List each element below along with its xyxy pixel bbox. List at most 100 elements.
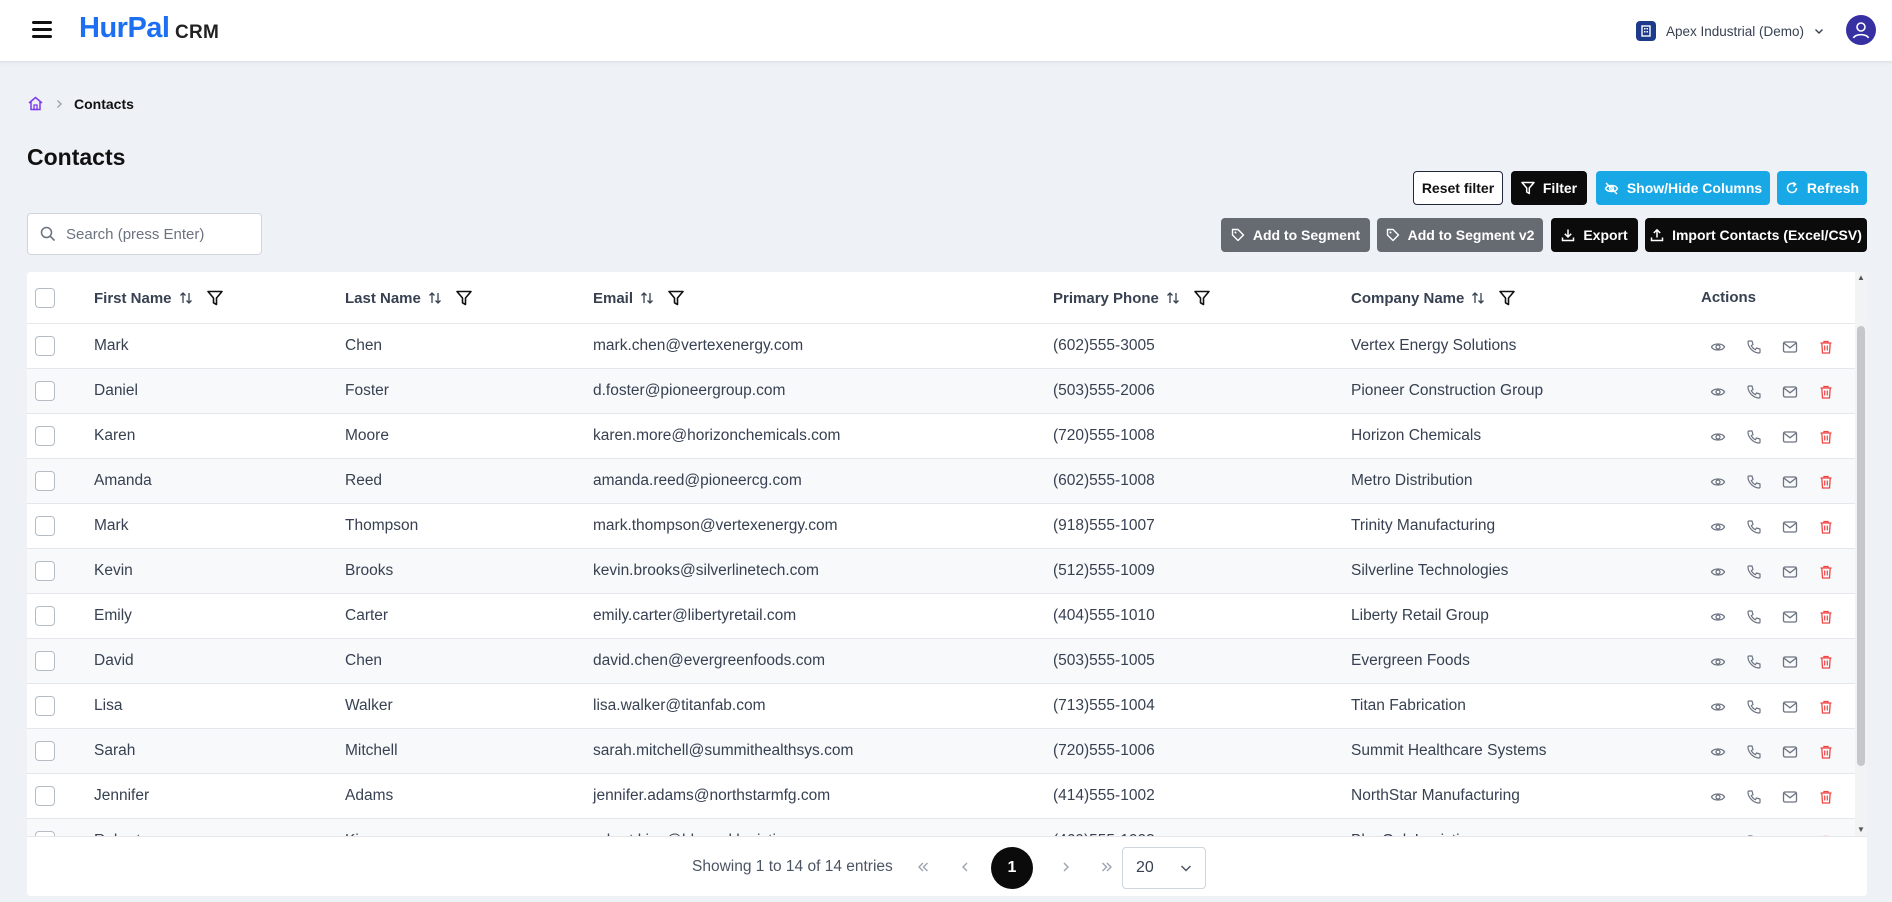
- sort-icon[interactable]: [1165, 290, 1181, 306]
- table-row[interactable]: Karen Moore karen.more@horizonchemicals.co…: [27, 414, 1855, 459]
- table-row[interactable]: RobertKingrobert.king@blueoaklogistics.c…: [27, 819, 1855, 836]
- row-checkbox[interactable]: [35, 426, 55, 446]
- mail-icon[interactable]: [1779, 786, 1800, 807]
- eye-icon[interactable]: [1707, 426, 1728, 447]
- menu-icon[interactable]: [32, 21, 52, 39]
- row-checkbox[interactable]: [35, 516, 55, 536]
- row-checkbox[interactable]: [35, 561, 55, 581]
- refresh-button[interactable]: Refresh: [1777, 171, 1867, 205]
- show-hide-columns-button[interactable]: Show/Hide Columns: [1596, 171, 1770, 205]
- mail-icon[interactable]: [1779, 516, 1800, 537]
- column-header-first-name[interactable]: First Name: [94, 289, 224, 307]
- table-row[interactable]: Lisa Walker lisa.walker@titanfab.com (713)5…: [27, 684, 1855, 729]
- previous-page-icon[interactable]: [953, 855, 977, 879]
- table-row[interactable]: Sarah Mitchell sarah.mitchell@summithealth…: [27, 729, 1855, 774]
- mail-icon[interactable]: [1779, 561, 1800, 582]
- phone-icon[interactable]: [1743, 606, 1764, 627]
- phone-icon[interactable]: [1743, 561, 1764, 582]
- next-page-icon[interactable]: [1054, 855, 1078, 879]
- column-header-company-name[interactable]: Company Name: [1351, 289, 1516, 307]
- row-checkbox[interactable]: [35, 471, 55, 491]
- eye-icon[interactable]: [1707, 651, 1728, 672]
- eye-icon[interactable]: [1707, 471, 1728, 492]
- phone-icon[interactable]: [1743, 786, 1764, 807]
- trash-icon[interactable]: [1815, 336, 1836, 357]
- trash-icon[interactable]: [1815, 606, 1836, 627]
- mail-icon[interactable]: [1779, 741, 1800, 762]
- phone-icon[interactable]: [1743, 651, 1764, 672]
- column-header-last-name[interactable]: Last Name: [345, 289, 473, 307]
- trash-icon[interactable]: [1815, 426, 1836, 447]
- row-checkbox[interactable]: [35, 651, 55, 671]
- eye-icon[interactable]: [1707, 786, 1728, 807]
- row-checkbox[interactable]: [35, 381, 55, 401]
- page-button-current[interactable]: 1: [991, 847, 1033, 889]
- eye-icon[interactable]: [1707, 381, 1728, 402]
- sort-icon[interactable]: [427, 290, 443, 306]
- add-to-segment-v2-button[interactable]: Add to Segment v2: [1377, 218, 1543, 252]
- first-page-icon[interactable]: [911, 855, 935, 879]
- trash-icon[interactable]: [1815, 471, 1836, 492]
- trash-icon[interactable]: [1815, 516, 1836, 537]
- eye-icon[interactable]: [1707, 606, 1728, 627]
- table-row[interactable]: Daniel Foster d.foster@pioneergroup.com (50…: [27, 369, 1855, 414]
- table-row[interactable]: Amanda Reed amanda.reed@pioneercg.com (602)…: [27, 459, 1855, 504]
- export-button[interactable]: Export: [1551, 218, 1638, 252]
- row-checkbox[interactable]: [35, 696, 55, 716]
- eye-icon[interactable]: [1707, 561, 1728, 582]
- phone-icon[interactable]: [1743, 516, 1764, 537]
- eye-icon[interactable]: [1707, 336, 1728, 357]
- brand-logo[interactable]: HurPal: [79, 12, 170, 45]
- column-header-email[interactable]: Email: [593, 289, 685, 307]
- phone-icon[interactable]: [1743, 336, 1764, 357]
- trash-icon[interactable]: [1815, 381, 1836, 402]
- phone-icon[interactable]: [1743, 471, 1764, 492]
- eye-icon[interactable]: [1707, 516, 1728, 537]
- mail-icon[interactable]: [1779, 381, 1800, 402]
- mail-icon[interactable]: [1779, 696, 1800, 717]
- reset-filter-button[interactable]: Reset filter: [1413, 171, 1503, 205]
- sort-icon[interactable]: [1470, 290, 1486, 306]
- table-row[interactable]: Kevin Brooks kevin.brooks@silverlinetech.c…: [27, 549, 1855, 594]
- mail-icon[interactable]: [1779, 471, 1800, 492]
- column-filter-icon[interactable]: [1193, 289, 1211, 307]
- select-all-checkbox[interactable]: [35, 288, 55, 308]
- filter-button[interactable]: Filter: [1511, 171, 1587, 205]
- mail-icon[interactable]: [1779, 606, 1800, 627]
- phone-icon[interactable]: [1743, 381, 1764, 402]
- row-checkbox[interactable]: [35, 606, 55, 626]
- table-row[interactable]: Mark Chen mark.chen@vertexenergy.com (602)5…: [27, 324, 1855, 369]
- trash-icon[interactable]: [1815, 561, 1836, 582]
- table-row[interactable]: Emily Carter emily.carter@libertyretail.co…: [27, 594, 1855, 639]
- phone-icon[interactable]: [1743, 741, 1764, 762]
- table-row[interactable]: Mark Thompson mark.thompson@vertexenergy.c…: [27, 504, 1855, 549]
- org-switcher[interactable]: Apex Industrial (Demo): [1635, 18, 1824, 44]
- row-checkbox[interactable]: [35, 786, 55, 806]
- scroll-up-arrow[interactable]: ▲: [1857, 274, 1865, 282]
- phone-icon[interactable]: [1743, 426, 1764, 447]
- row-checkbox[interactable]: [35, 336, 55, 356]
- trash-icon[interactable]: [1815, 741, 1836, 762]
- mail-icon[interactable]: [1779, 426, 1800, 447]
- column-filter-icon[interactable]: [455, 289, 473, 307]
- last-page-icon[interactable]: [1095, 855, 1119, 879]
- search-input[interactable]: [66, 225, 246, 243]
- sort-icon[interactable]: [178, 290, 194, 306]
- table-row[interactable]: David Chen david.chen@evergreenfoods.com (5…: [27, 639, 1855, 684]
- scroll-down-arrow[interactable]: ▼: [1857, 826, 1865, 834]
- trash-icon[interactable]: [1815, 696, 1836, 717]
- phone-icon[interactable]: [1743, 696, 1764, 717]
- mail-icon[interactable]: [1779, 336, 1800, 357]
- page-size-select[interactable]: 20: [1122, 847, 1206, 889]
- mail-icon[interactable]: [1779, 651, 1800, 672]
- table-row[interactable]: Jennifer Adams jennifer.adams@northstarmfg…: [27, 774, 1855, 819]
- search-box[interactable]: [27, 213, 262, 255]
- trash-icon[interactable]: [1815, 786, 1836, 807]
- user-avatar[interactable]: [1846, 15, 1876, 45]
- add-to-segment-button[interactable]: Add to Segment: [1221, 218, 1370, 252]
- column-header-primary-phone[interactable]: Primary Phone: [1053, 289, 1211, 307]
- eye-icon[interactable]: [1707, 741, 1728, 762]
- column-filter-icon[interactable]: [1498, 289, 1516, 307]
- column-filter-icon[interactable]: [206, 289, 224, 307]
- sort-icon[interactable]: [639, 290, 655, 306]
